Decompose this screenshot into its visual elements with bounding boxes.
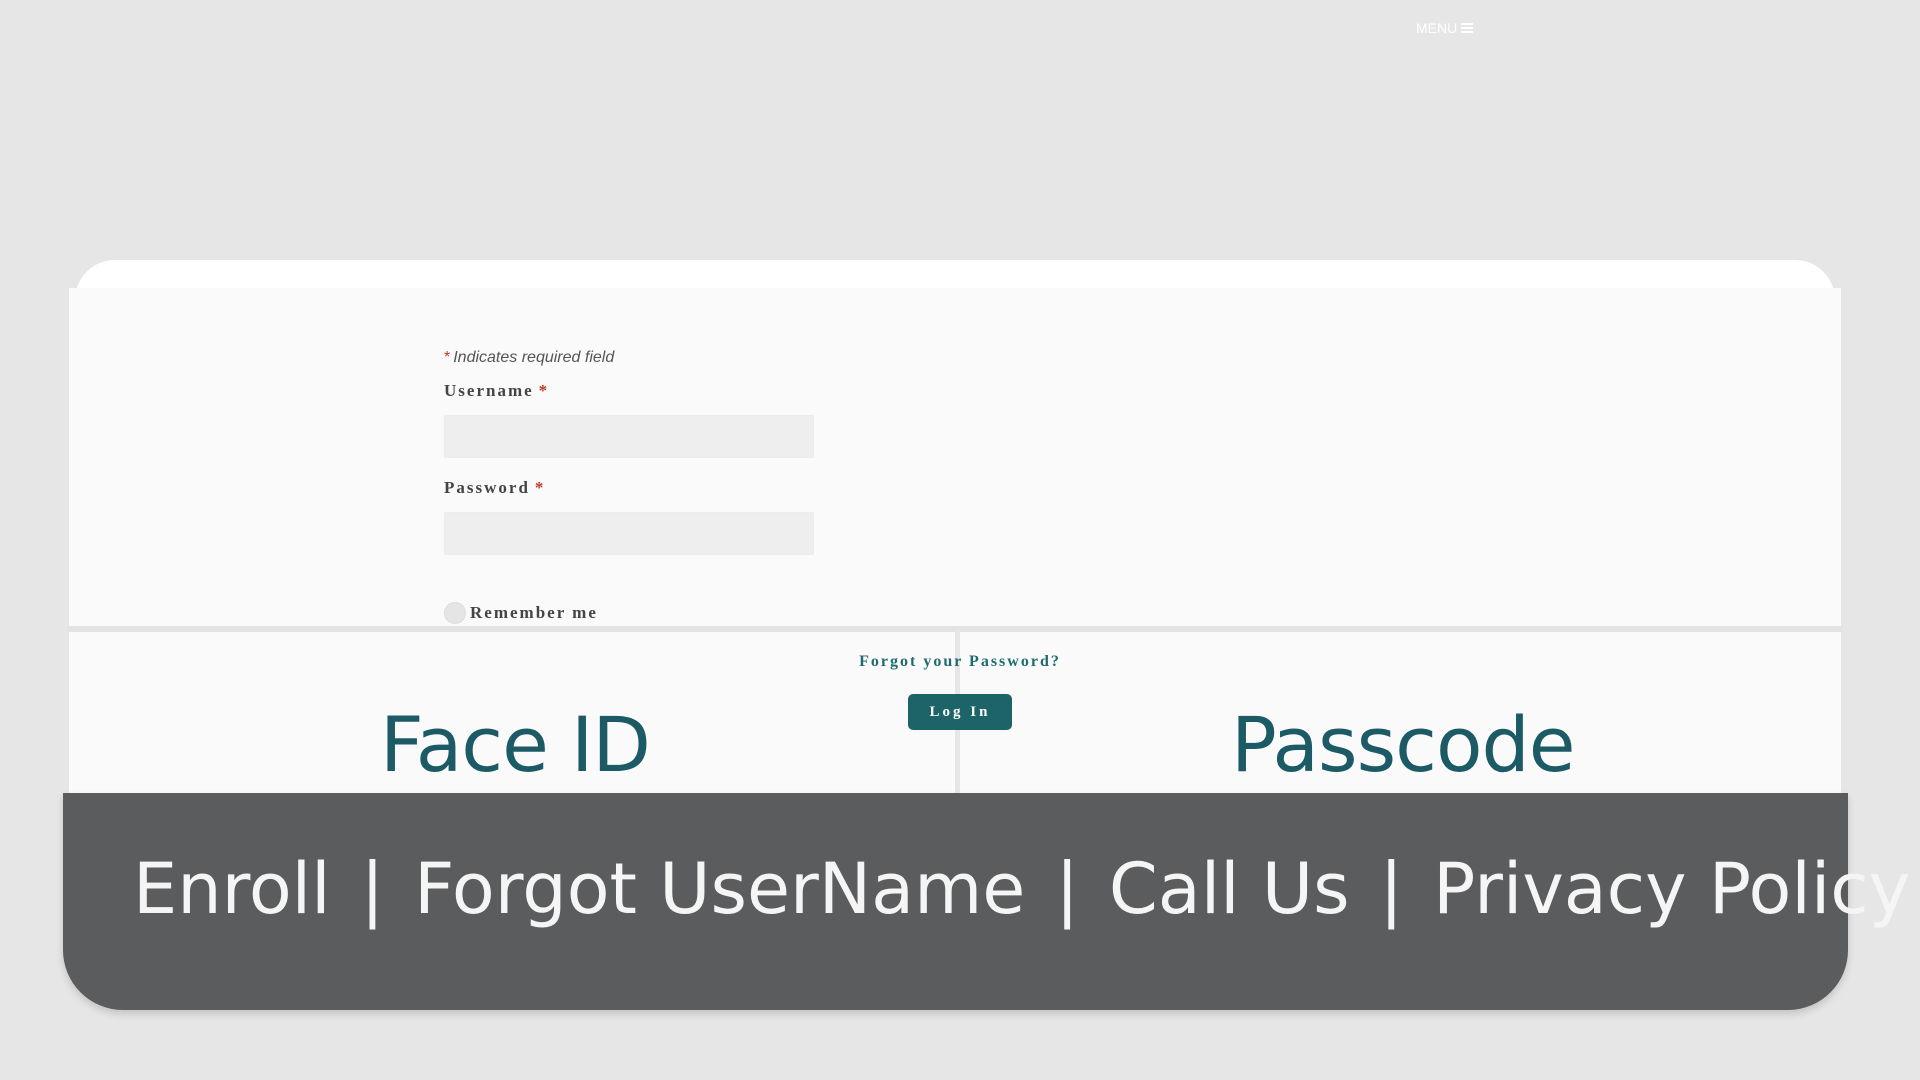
remember-me-checkbox[interactable] <box>444 602 466 624</box>
remember-me-row[interactable]: Remember me <box>444 602 598 624</box>
hamburger-icon <box>1461 23 1474 33</box>
remember-me-label: Remember me <box>470 603 598 622</box>
password-input[interactable] <box>444 512 814 555</box>
banner-faceid-text: Face ID <box>380 700 651 789</box>
login-button[interactable]: Log In <box>908 694 1012 730</box>
banner-footer: Enroll | Forgot UserName | Call Us | Pri… <box>63 793 1910 1010</box>
menu-label: MENU <box>1416 20 1458 36</box>
menu-button[interactable]: MENU <box>1416 20 1474 36</box>
banner-separator: | <box>360 848 385 930</box>
banner-separator: | <box>1379 848 1404 930</box>
banner-link-privacy-policy: Privacy Policy <box>1433 848 1911 930</box>
top-bar: MENU <box>0 0 1920 60</box>
banner-link-enroll: Enroll <box>133 848 331 930</box>
username-input[interactable] <box>444 415 814 458</box>
banner-link-forgot-username: Forgot UserName <box>414 848 1026 930</box>
banner-link-call-us: Call Us <box>1108 848 1350 930</box>
username-label: Username * <box>444 380 1044 402</box>
password-label-text: Password <box>444 478 530 497</box>
banner-links: Enroll | Forgot UserName | Call Us | Pri… <box>133 848 1910 930</box>
required-star: * <box>538 381 550 400</box>
banner-passcode-text: Passcode <box>1231 700 1575 789</box>
required-star: * <box>534 478 546 497</box>
required-field-note: * Indicates required field <box>444 348 1044 368</box>
required-star: * <box>444 349 451 366</box>
username-label-text: Username <box>444 381 534 400</box>
required-note-text: Indicates required field <box>453 349 615 366</box>
forgot-password-link[interactable]: Forgot your Password? <box>0 653 1920 671</box>
login-form: * Indicates required field Username * Pass… <box>444 348 1044 624</box>
password-label: Password * <box>444 477 1044 499</box>
banner-separator: | <box>1055 848 1079 930</box>
